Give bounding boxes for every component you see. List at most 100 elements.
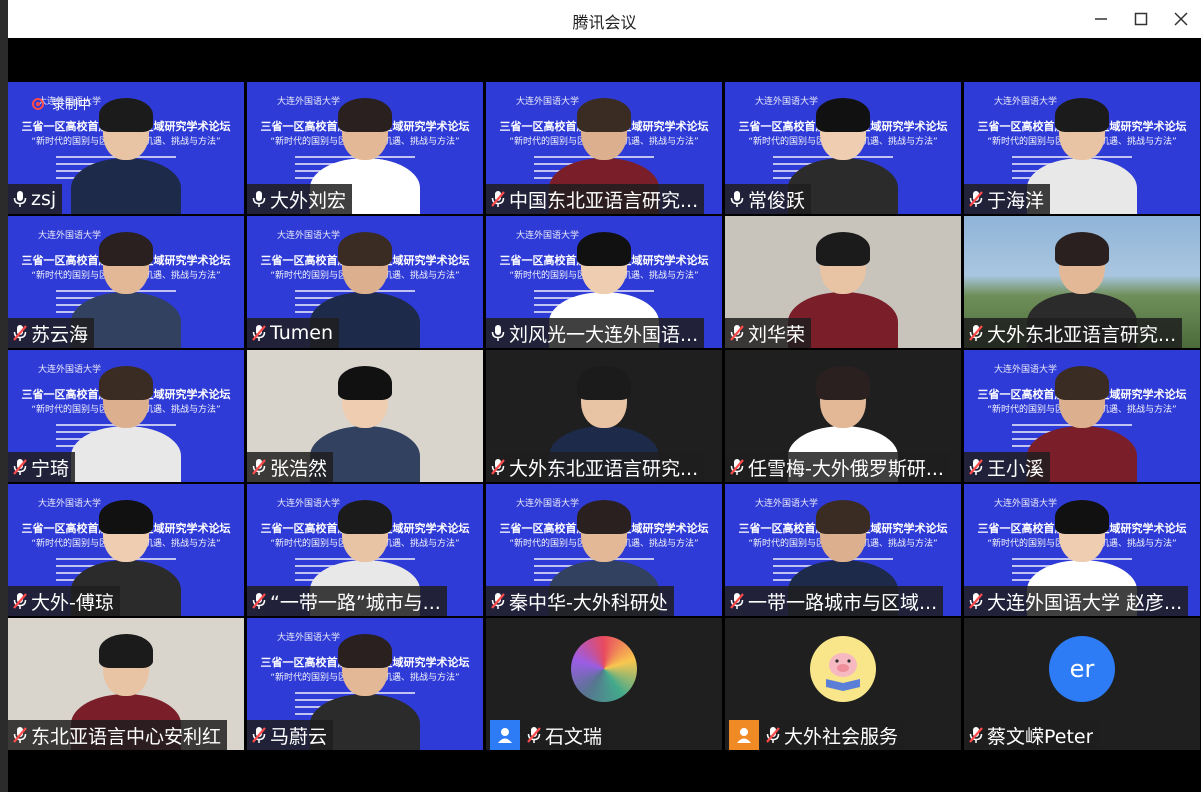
name-bar: 石文瑞	[486, 720, 609, 750]
participant-grid: 大连外国语大学三省一区高校首届国别与区域研究学术论坛“新时代的国别与区域研究：机…	[8, 82, 1201, 752]
recording-dot-icon	[32, 97, 44, 110]
participant-name: 蔡文嵘Peter	[987, 725, 1094, 748]
name-bar: 大外东北亚语言研究...	[964, 318, 1183, 348]
mic-muted-icon[interactable]	[526, 726, 542, 744]
avatar-initials: er	[1069, 655, 1095, 683]
mic-icon[interactable]	[490, 324, 506, 342]
participant-tile[interactable]: 任雪梅-大外俄罗斯研...	[725, 350, 961, 482]
close-icon	[1174, 12, 1188, 26]
participant-tile[interactable]: 大连外国语大学三省一区高校首届国别与区域研究学术论坛“新时代的国别与区域研究：机…	[247, 618, 483, 750]
participant-name: “一带一路”城市与...	[270, 591, 441, 614]
participant-name: 于海洋	[987, 189, 1045, 212]
name-bar: 中国东北亚语言研究...	[486, 184, 705, 214]
pig-reading-avatar	[810, 636, 876, 702]
participant-tile[interactable]: 刘华荣	[725, 216, 961, 348]
name-bar: 一带一路城市与区域...	[725, 586, 944, 616]
participant-tile[interactable]: 大外东北亚语言研究...	[486, 350, 722, 482]
participant-tile[interactable]: 大连外国语大学三省一区高校首届国别与区域研究学术论坛“新时代的国别与区域研究：机…	[8, 350, 244, 482]
participant-name: 任雪梅-大外俄罗斯研...	[748, 457, 944, 480]
participant-tile[interactable]: 大连外国语大学三省一区高校首届国别与区域研究学术论坛“新时代的国别与区域研究：机…	[964, 82, 1200, 214]
participant-name: 刘风光一大连外国语...	[509, 323, 699, 346]
participant-name: 东北亚语言中心安利红	[31, 725, 222, 748]
recording-indicator: 录制中	[32, 94, 91, 113]
mic-muted-icon[interactable]	[968, 458, 984, 476]
image-avatar	[571, 636, 637, 702]
mic-muted-icon[interactable]	[490, 592, 506, 610]
participant-video	[71, 98, 181, 214]
participant-tile[interactable]: 大连外国语大学三省一区高校首届国别与区域研究学术论坛“新时代的国别与区域研究：机…	[725, 82, 961, 214]
mic-muted-icon[interactable]	[251, 458, 267, 476]
mic-icon[interactable]	[12, 190, 28, 208]
participant-tile[interactable]: 大连外国语大学三省一区高校首届国别与区域研究学术论坛“新时代的国别与区域研究：机…	[725, 484, 961, 616]
participant-tile[interactable]: 大连外国语大学三省一区高校首届国别与区域研究学术论坛“新时代的国别与区域研究：机…	[8, 484, 244, 616]
participant-tile[interactable]: 大连外国语大学三省一区高校首届国别与区域研究学术论坛“新时代的国别与区域研究：机…	[8, 216, 244, 348]
participant-tile[interactable]: 石文瑞	[486, 618, 722, 750]
close-button[interactable]	[1161, 0, 1201, 38]
participant-name: 宁琦	[31, 457, 70, 480]
participant-name: 石文瑞	[545, 725, 603, 748]
mic-muted-icon[interactable]	[968, 324, 984, 342]
mic-muted-icon[interactable]	[968, 726, 984, 744]
mic-muted-icon[interactable]	[251, 324, 267, 342]
mic-muted-icon[interactable]	[729, 592, 745, 610]
mic-muted-icon[interactable]	[251, 726, 267, 744]
mic-muted-icon[interactable]	[490, 190, 506, 208]
participant-tile[interactable]: 大连外国语大学三省一区高校首届国别与区域研究学术论坛“新时代的国别与区域研究：机…	[247, 82, 483, 214]
name-bar: Tumen	[247, 318, 340, 348]
participant-name: 一带一路城市与区域...	[748, 591, 938, 614]
participant-name: 大外-傅琼	[31, 591, 114, 614]
window-title: 腾讯会议	[572, 13, 637, 32]
participant-tile[interactable]: 大连外国语大学三省一区高校首届国别与区域研究学术论坛“新时代的国别与区域研究：机…	[486, 216, 722, 348]
mic-muted-icon[interactable]	[12, 324, 28, 342]
minimize-icon	[1095, 18, 1107, 20]
mic-muted-icon[interactable]	[968, 592, 984, 610]
name-bar: 刘风光一大连外国语...	[486, 318, 705, 348]
participant-name: 王小溪	[987, 457, 1045, 480]
participant-tile[interactable]: 大连外国语大学三省一区高校首届国别与区域研究学术论坛“新时代的国别与区域研究：机…	[247, 216, 483, 348]
participant-tile[interactable]: 大连外国语大学三省一区高校首届国别与区域研究学术论坛“新时代的国别与区域研究：机…	[247, 484, 483, 616]
name-bar: 张浩然	[247, 452, 334, 482]
participant-tile[interactable]: 东北亚语言中心安利红	[8, 618, 244, 750]
mic-muted-icon[interactable]	[251, 592, 267, 610]
participant-name: 马蔚云	[270, 725, 328, 748]
mic-icon[interactable]	[251, 190, 267, 208]
pig-icon	[826, 653, 860, 691]
participant-tile[interactable]: 张浩然	[247, 350, 483, 482]
name-bar: 大外-傅琼	[8, 586, 120, 616]
participant-name: 秦中华-大外科研处	[509, 591, 668, 614]
name-bar: 苏云海	[8, 318, 95, 348]
participant-tile[interactable]: 大连外国语大学三省一区高校首届国别与区域研究学术论坛“新时代的国别与区域研究：机…	[964, 484, 1200, 616]
mic-muted-icon[interactable]	[729, 324, 745, 342]
mic-muted-icon[interactable]	[490, 458, 506, 476]
mic-icon[interactable]	[729, 190, 745, 208]
user-icon	[729, 720, 759, 750]
name-bar: 秦中华-大外科研处	[486, 586, 674, 616]
mic-muted-icon[interactable]	[729, 458, 745, 476]
mic-muted-icon[interactable]	[12, 726, 28, 744]
name-bar: 王小溪	[964, 452, 1051, 482]
participant-name: zsj	[31, 188, 57, 210]
mic-muted-icon[interactable]	[12, 592, 28, 610]
maximize-button[interactable]	[1121, 0, 1161, 38]
participant-tile[interactable]: er 蔡文嵘Peter	[964, 618, 1200, 750]
participant-tile[interactable]: 大外东北亚语言研究...	[964, 216, 1200, 348]
window-controls	[1081, 0, 1201, 38]
mic-muted-icon[interactable]	[765, 726, 781, 744]
name-bar: 于海洋	[964, 184, 1051, 214]
participant-name: 中国东北亚语言研究...	[509, 189, 699, 212]
participant-name: Tumen	[270, 322, 334, 344]
mic-muted-icon[interactable]	[968, 190, 984, 208]
name-bar: 宁琦	[8, 452, 76, 482]
participant-tile[interactable]: 大外社会服务	[725, 618, 961, 750]
participant-tile[interactable]: 大连外国语大学三省一区高校首届国别与区域研究学术论坛“新时代的国别与区域研究：机…	[964, 350, 1200, 482]
minimize-button[interactable]	[1081, 0, 1121, 38]
initials-avatar: er	[1049, 636, 1115, 702]
participant-tile[interactable]: 大连外国语大学三省一区高校首届国别与区域研究学术论坛“新时代的国别与区域研究：机…	[8, 82, 244, 214]
participant-name: 大外刘宏	[270, 189, 347, 212]
mic-muted-icon[interactable]	[12, 458, 28, 476]
name-bar: 东北亚语言中心安利红	[8, 720, 228, 750]
participant-tile[interactable]: 大连外国语大学三省一区高校首届国别与区域研究学术论坛“新时代的国别与区域研究：机…	[486, 82, 722, 214]
participant-tile[interactable]: 大连外国语大学三省一区高校首届国别与区域研究学术论坛“新时代的国别与区域研究：机…	[486, 484, 722, 616]
name-bar: 刘华荣	[725, 318, 812, 348]
name-bar: 大外刘宏	[247, 184, 353, 214]
